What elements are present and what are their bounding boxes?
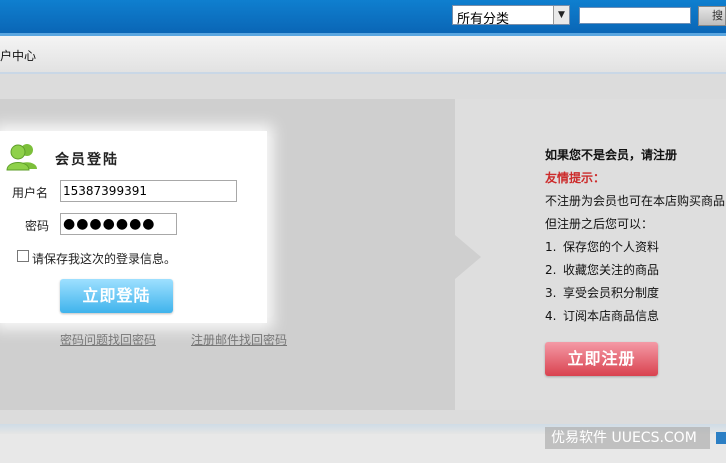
corner-marker bbox=[716, 432, 726, 444]
search-button[interactable]: 搜 bbox=[698, 6, 726, 26]
benefit-text: 收藏您关注的商品 bbox=[563, 263, 660, 277]
nav-bar: 户中心 bbox=[0, 36, 726, 74]
forgot-by-email-link[interactable]: 注册邮件找回密码 bbox=[191, 331, 287, 348]
username-label: 用户名 bbox=[12, 186, 49, 200]
benefit-number: 4. bbox=[545, 309, 557, 323]
password-label: 密码 bbox=[25, 219, 50, 233]
register-button[interactable]: 立即注册 bbox=[545, 342, 658, 376]
forgot-by-question-link[interactable]: 密码问题找回密码 bbox=[60, 331, 156, 348]
panel-arrow-divider bbox=[455, 235, 481, 279]
login-title: 会员登陆 bbox=[55, 152, 119, 168]
watermark: 优易软件 UUECS.COM bbox=[545, 427, 710, 449]
remember-label: 请保存我这次的登录信息。 bbox=[32, 252, 177, 266]
register-paragraph: 但注册之后您可以： bbox=[545, 217, 654, 231]
category-select[interactable]: 所有分类 ▼ bbox=[452, 5, 570, 27]
category-select-value: 所有分类 bbox=[457, 12, 510, 27]
tip-heading: 友情提示： bbox=[545, 171, 606, 185]
search-input[interactable] bbox=[579, 7, 691, 24]
remember-checkbox[interactable] bbox=[17, 250, 29, 262]
users-icon bbox=[6, 144, 37, 171]
benefit-item: 1. 保存您的个人资料 bbox=[545, 238, 659, 255]
register-heading: 如果您不是会员，请注册 bbox=[545, 148, 678, 162]
username-input[interactable]: 15387399391 bbox=[60, 180, 237, 202]
login-button[interactable]: 立即登陆 bbox=[60, 279, 173, 313]
benefit-item: 3. 享受会员积分制度 bbox=[545, 284, 659, 301]
register-paragraph: 不注册为会员也可在本店购买商品 bbox=[545, 194, 726, 208]
nav-member-center-link[interactable]: 户中心 bbox=[0, 47, 36, 64]
benefit-item: 2. 收藏您关注的商品 bbox=[545, 261, 659, 278]
benefit-number: 2. bbox=[545, 263, 557, 277]
benefit-number: 3. bbox=[545, 286, 557, 300]
chevron-down-icon[interactable]: ▼ bbox=[553, 6, 569, 24]
benefit-text: 保存您的个人资料 bbox=[563, 240, 660, 254]
benefit-text: 订阅本店商品信息 bbox=[563, 309, 660, 323]
benefit-item: 4. 订阅本店商品信息 bbox=[545, 307, 659, 324]
benefit-number: 1. bbox=[545, 240, 557, 254]
password-input[interactable]: ●●●●●●● bbox=[60, 213, 177, 235]
benefit-text: 享受会员积分制度 bbox=[563, 286, 660, 300]
